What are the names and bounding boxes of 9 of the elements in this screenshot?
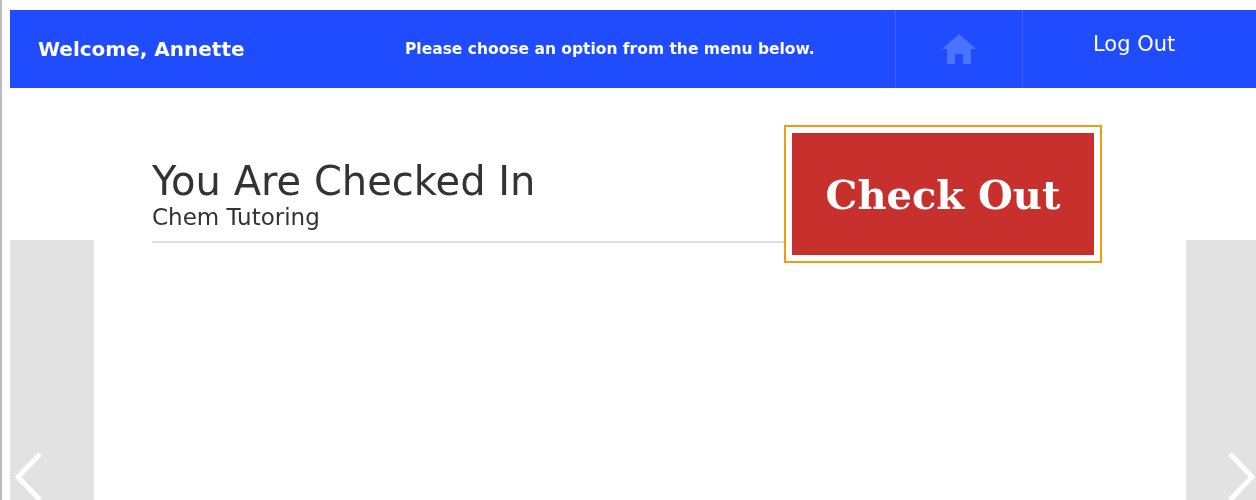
status-title: You Are Checked In xyxy=(152,159,537,203)
welcome-text: Welcome, Annette xyxy=(38,37,246,61)
chevron-right-icon[interactable] xyxy=(1226,452,1256,500)
check-out-button[interactable]: Check Out xyxy=(792,133,1094,255)
menu-message: Please choose an option from the menu below. xyxy=(405,40,816,58)
log-out-button[interactable]: Log Out xyxy=(1093,32,1176,56)
chevron-left-icon[interactable] xyxy=(14,452,44,500)
status-subtitle: Chem Tutoring xyxy=(152,203,321,231)
home-icon[interactable] xyxy=(940,32,978,66)
